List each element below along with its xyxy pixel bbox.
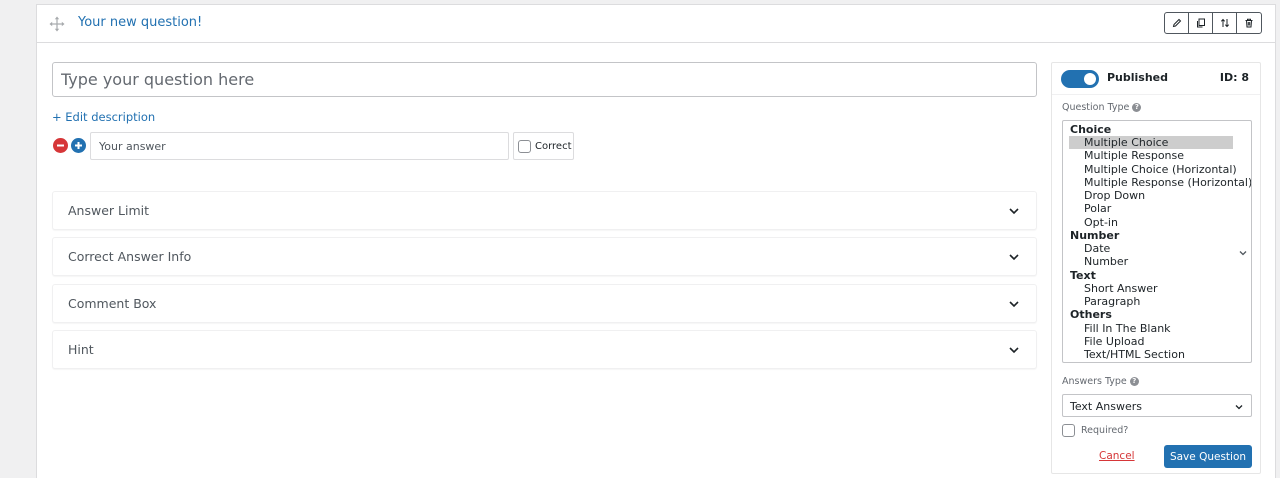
answer-input[interactable]: [90, 132, 509, 160]
duplicate-button[interactable]: [1189, 13, 1213, 33]
move-order-button[interactable]: [1213, 13, 1237, 33]
chevron-down-icon: [1009, 301, 1019, 308]
question-type-label: Question Type?: [1062, 102, 1142, 113]
chevron-down-icon: [1009, 347, 1019, 354]
question-toolbar: [1164, 12, 1262, 34]
optgroup-others: Others: [1070, 308, 1112, 321]
required-toggle[interactable]: Required?: [1062, 424, 1128, 437]
published-toggle[interactable]: [1061, 70, 1099, 88]
duplicate-icon: [1196, 18, 1205, 28]
accordion-comment-box[interactable]: Comment Box: [52, 284, 1037, 323]
remove-answer-icon[interactable]: [53, 138, 68, 153]
help-icon[interactable]: ?: [1129, 377, 1139, 386]
required-checkbox[interactable]: [1062, 424, 1075, 437]
cancel-link[interactable]: Cancel: [1099, 450, 1135, 462]
accordion-label: Correct Answer Info: [68, 249, 192, 264]
edit-description-link[interactable]: + Edit description: [52, 110, 155, 124]
answers-type-select[interactable]: Text Answers: [1062, 394, 1252, 417]
option-number[interactable]: Number: [1084, 255, 1128, 268]
question-type-select[interactable]: Choice Multiple Choice Multiple Response…: [1062, 120, 1252, 363]
divider: [1052, 94, 1260, 95]
chevron-down-icon: [1235, 405, 1243, 410]
help-icon[interactable]: ?: [1132, 103, 1142, 112]
accordion-hint[interactable]: Hint: [52, 330, 1037, 369]
option-date[interactable]: Date: [1084, 242, 1110, 255]
chevron-down-icon[interactable]: [1238, 248, 1248, 258]
accordion-label: Answer Limit: [68, 203, 149, 218]
option-multiple-response[interactable]: Multiple Response: [1084, 149, 1184, 162]
question-id: ID: 8: [1219, 71, 1249, 84]
accordion-correct-answer-info[interactable]: Correct Answer Info: [52, 237, 1037, 276]
answers-type-value: Text Answers: [1070, 400, 1142, 413]
option-multiple-choice-horizontal[interactable]: Multiple Choice (Horizontal): [1084, 163, 1237, 176]
sort-arrows-icon: [1220, 18, 1229, 28]
chevron-down-icon: [1009, 254, 1019, 261]
trash-icon: [1245, 18, 1253, 28]
option-fill-in-the-blank[interactable]: Fill In The Blank: [1084, 322, 1171, 335]
add-answer-icon[interactable]: [71, 138, 86, 153]
required-label: Required?: [1081, 425, 1129, 436]
pencil-icon: [1172, 18, 1181, 28]
option-multiple-response-horizontal[interactable]: Multiple Response (Horizontal): [1084, 176, 1251, 189]
chevron-down-icon: [1009, 208, 1019, 215]
optgroup-choice: Choice: [1070, 123, 1112, 136]
option-text-html-section[interactable]: Text/HTML Section: [1084, 348, 1185, 361]
edit-button[interactable]: [1165, 13, 1189, 33]
option-short-answer[interactable]: Short Answer: [1084, 282, 1158, 295]
question-settings-sidebar: Published ID: 8 Question Type? Choice Mu…: [1051, 62, 1261, 474]
move-icon[interactable]: [49, 16, 65, 32]
accordion-label: Hint: [68, 342, 94, 357]
option-opt-in[interactable]: Opt-in: [1084, 216, 1118, 229]
optgroup-number: Number: [1070, 229, 1120, 242]
question-header: Your new question!: [37, 5, 1275, 43]
correct-checkbox[interactable]: [518, 139, 531, 153]
correct-label: Correct: [535, 140, 572, 152]
question-panel: Your new question! Type your question he…: [36, 4, 1276, 478]
accordion-label: Comment Box: [68, 296, 157, 311]
optgroup-text: Text: [1070, 269, 1096, 282]
toggle-knob: [1084, 73, 1096, 85]
accordion-answer-limit[interactable]: Answer Limit: [52, 191, 1037, 230]
question-text-input[interactable]: [52, 62, 1037, 97]
option-multiple-choice[interactable]: Multiple Choice: [1069, 136, 1233, 149]
correct-toggle[interactable]: Correct: [513, 132, 574, 160]
published-label: Published: [1107, 71, 1169, 84]
save-question-button[interactable]: Save Question: [1164, 445, 1252, 468]
delete-button[interactable]: [1237, 13, 1261, 33]
option-drop-down[interactable]: Drop Down: [1084, 189, 1145, 202]
question-title[interactable]: Your new question!: [78, 15, 202, 30]
answers-type-label: Answers Type?: [1062, 376, 1139, 387]
option-paragraph[interactable]: Paragraph: [1084, 295, 1140, 308]
option-polar[interactable]: Polar: [1084, 202, 1111, 215]
option-file-upload[interactable]: File Upload: [1084, 335, 1144, 348]
